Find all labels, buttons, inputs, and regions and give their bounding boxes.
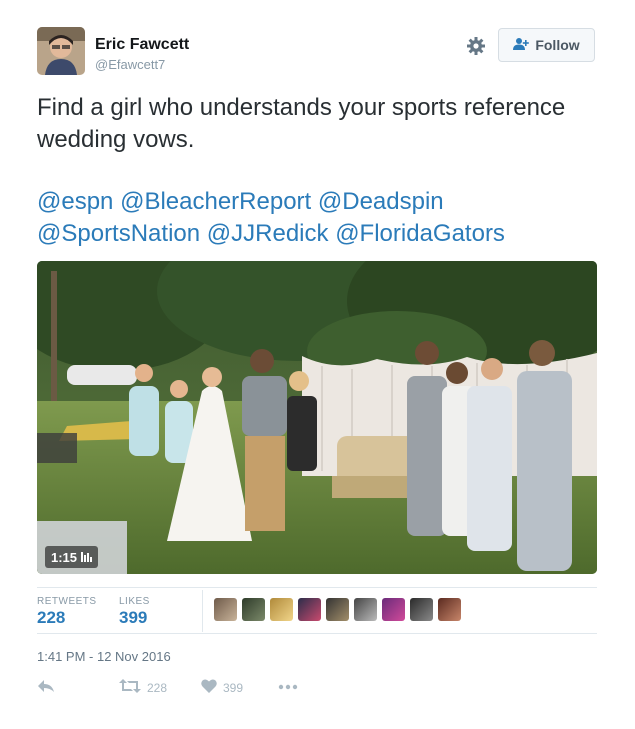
mentions: @espn @BleacherReport @Deadspin @SportsN… (37, 186, 597, 250)
retweet-icon (119, 679, 141, 696)
gear-icon[interactable] (466, 36, 486, 56)
liker-avatar[interactable] (270, 598, 293, 621)
like-action-count: 399 (223, 680, 244, 695)
divider (37, 633, 597, 634)
video-player[interactable] (37, 261, 597, 574)
mention-link[interactable]: @FloridaGators (335, 220, 505, 247)
user-handle[interactable]: @Efawcett7 (95, 57, 165, 72)
reply-icon (37, 679, 55, 696)
follow-person-icon (513, 37, 530, 54)
liker-avatar[interactable] (410, 598, 433, 621)
liker-avatar[interactable] (242, 598, 265, 621)
liker-avatar[interactable] (382, 598, 405, 621)
liker-avatar[interactable] (298, 598, 321, 621)
more-icon (278, 679, 298, 693)
avatar[interactable] (37, 27, 85, 75)
heart-icon (201, 679, 217, 696)
video-duration: 1:15 (45, 546, 99, 568)
liker-avatar[interactable] (438, 598, 461, 621)
video-duration-text: 1:15 (51, 549, 78, 565)
retweet-button[interactable]: 228 (119, 679, 167, 696)
likes-count[interactable]: 399 (119, 608, 147, 628)
tweet-text: Find a girl who understands your sports … (37, 94, 566, 153)
user-name[interactable]: Eric Fawcett (95, 36, 189, 54)
stats-separator (202, 590, 203, 632)
liker-avatar[interactable] (214, 598, 237, 621)
video-bars-icon (81, 552, 93, 562)
mention-link[interactable]: @BleacherReport (120, 188, 311, 215)
timestamp[interactable]: 1:41 PM - 12 Nov 2016 (37, 649, 171, 664)
mention-link[interactable]: @SportsNation (37, 220, 200, 247)
reply-button[interactable] (37, 679, 55, 696)
like-button[interactable]: 399 (201, 679, 243, 696)
more-button[interactable] (278, 679, 298, 693)
mention-link[interactable]: @Deadspin (318, 188, 444, 215)
mention-link[interactable]: @JJRedick (207, 220, 329, 247)
liker-avatar[interactable] (326, 598, 349, 621)
liker-avatars (214, 598, 461, 621)
retweets-label: RETWEETS (37, 596, 97, 607)
divider (37, 587, 597, 588)
follow-label: Follow (535, 37, 580, 53)
liker-avatar[interactable] (354, 598, 377, 621)
retweets-count[interactable]: 228 (37, 608, 65, 628)
likes-label: LIKES (119, 596, 150, 607)
mention-link[interactable]: @espn (37, 188, 113, 215)
retweet-action-count: 228 (147, 680, 168, 695)
follow-button[interactable]: Follow (498, 28, 595, 62)
